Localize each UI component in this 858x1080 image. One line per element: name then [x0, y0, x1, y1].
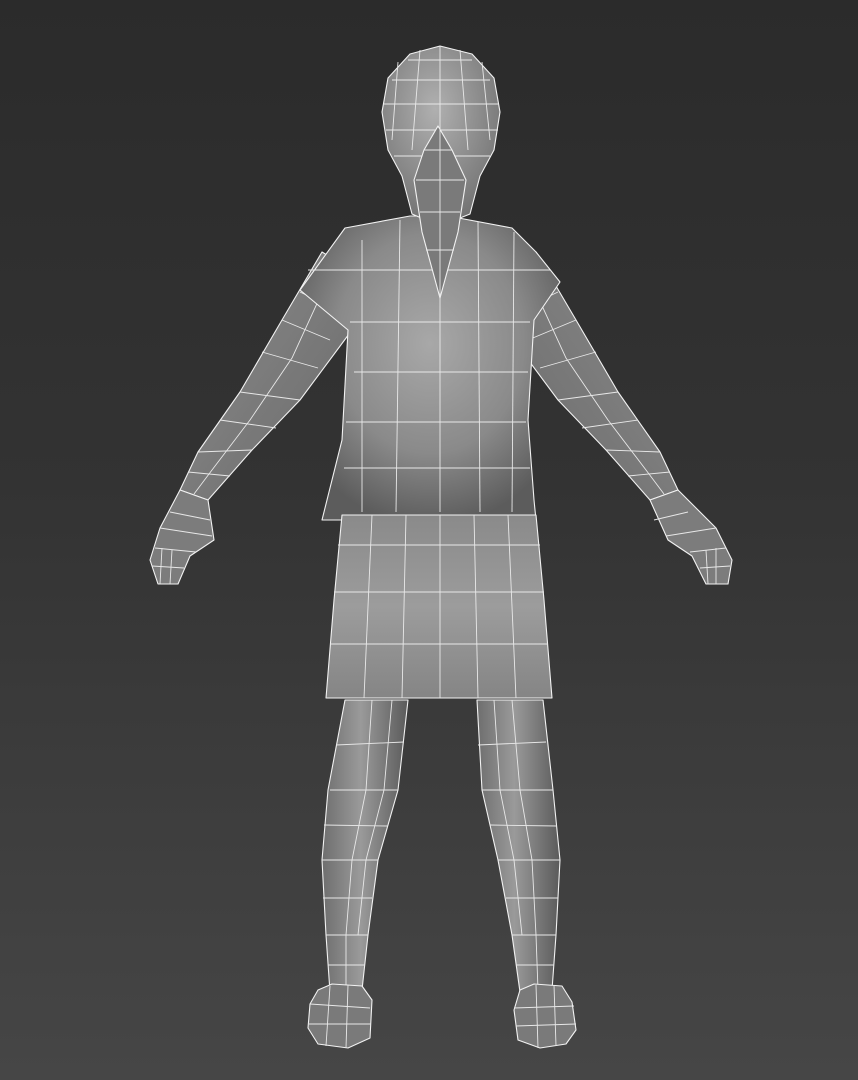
3d-viewport[interactable] [0, 0, 858, 1080]
left-leg [321, 699, 409, 993]
left-hand [149, 489, 215, 585]
right-hand [649, 489, 733, 585]
dress-skirt [325, 514, 553, 699]
right-leg [476, 699, 561, 993]
character-mesh-render [149, 45, 733, 1049]
left-shoe [307, 983, 373, 1049]
right-shoe [513, 983, 577, 1049]
